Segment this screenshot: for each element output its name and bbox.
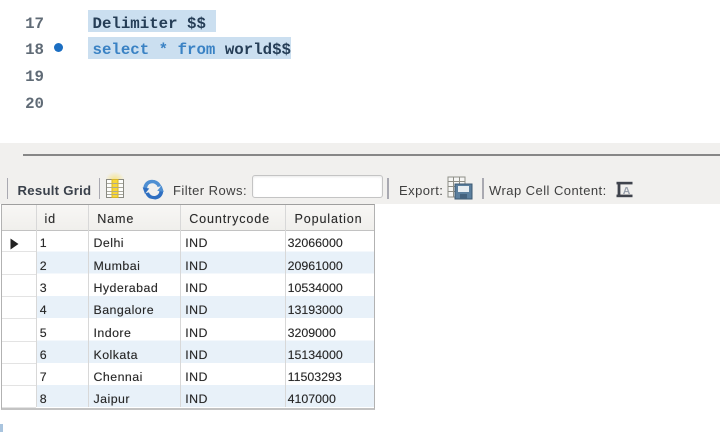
svg-text:A: A	[622, 185, 630, 197]
